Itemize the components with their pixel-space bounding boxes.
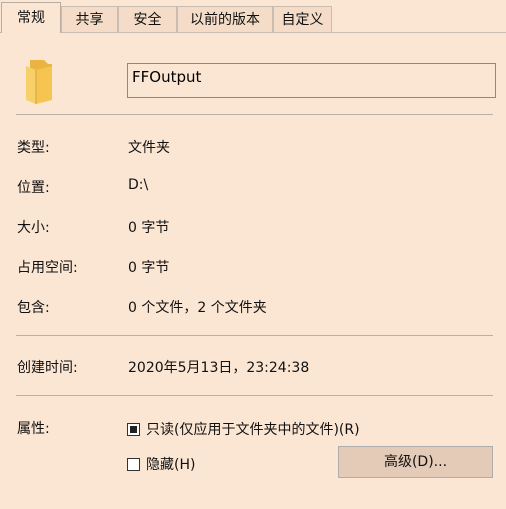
hidden-label: 隐藏(H): [146, 457, 196, 473]
hidden-checkbox-row[interactable]: 隐藏(H): [127, 454, 195, 474]
size-label: 大小:: [17, 220, 50, 236]
hidden-checkbox[interactable]: [127, 457, 140, 471]
separator: [16, 114, 493, 115]
tab-divider: [0, 32, 506, 33]
readonly-label: 只读(仅应用于文件夹中的文件)(R): [146, 422, 360, 438]
type-value: 文件夹: [128, 140, 170, 156]
type-label: 类型:: [17, 140, 50, 156]
tab-previous-versions[interactable]: 以前的版本: [177, 6, 273, 32]
disk-size-value: 0 字节: [128, 260, 170, 276]
contains-label: 包含:: [17, 300, 50, 316]
tab-security[interactable]: 安全: [118, 6, 177, 32]
created-label: 创建时间:: [17, 360, 78, 376]
tab-bar: 常规 共享 安全 以前的版本 自定义: [0, 0, 506, 33]
tab-sharing[interactable]: 共享: [61, 6, 118, 32]
separator: [16, 335, 493, 336]
readonly-checkbox-row[interactable]: 只读(仅应用于文件夹中的文件)(R): [127, 419, 360, 439]
readonly-checkbox[interactable]: [127, 422, 140, 436]
attributes-label: 属性:: [17, 421, 50, 437]
tab-customize[interactable]: 自定义: [273, 6, 332, 32]
contains-value: 0 个文件，2 个文件夹: [128, 300, 267, 316]
disk-size-label: 占用空间:: [17, 260, 78, 276]
folder-icon: [26, 60, 52, 104]
location-value: D:\: [128, 177, 149, 193]
separator: [16, 395, 493, 396]
location-label: 位置:: [17, 180, 50, 196]
size-value: 0 字节: [128, 220, 170, 236]
created-value: 2020年5月13日，23:24:38: [128, 360, 310, 376]
tab-general[interactable]: 常规: [1, 2, 61, 33]
advanced-button[interactable]: 高级(D)...: [338, 446, 493, 478]
folder-name-field[interactable]: FFOutput: [127, 63, 496, 98]
